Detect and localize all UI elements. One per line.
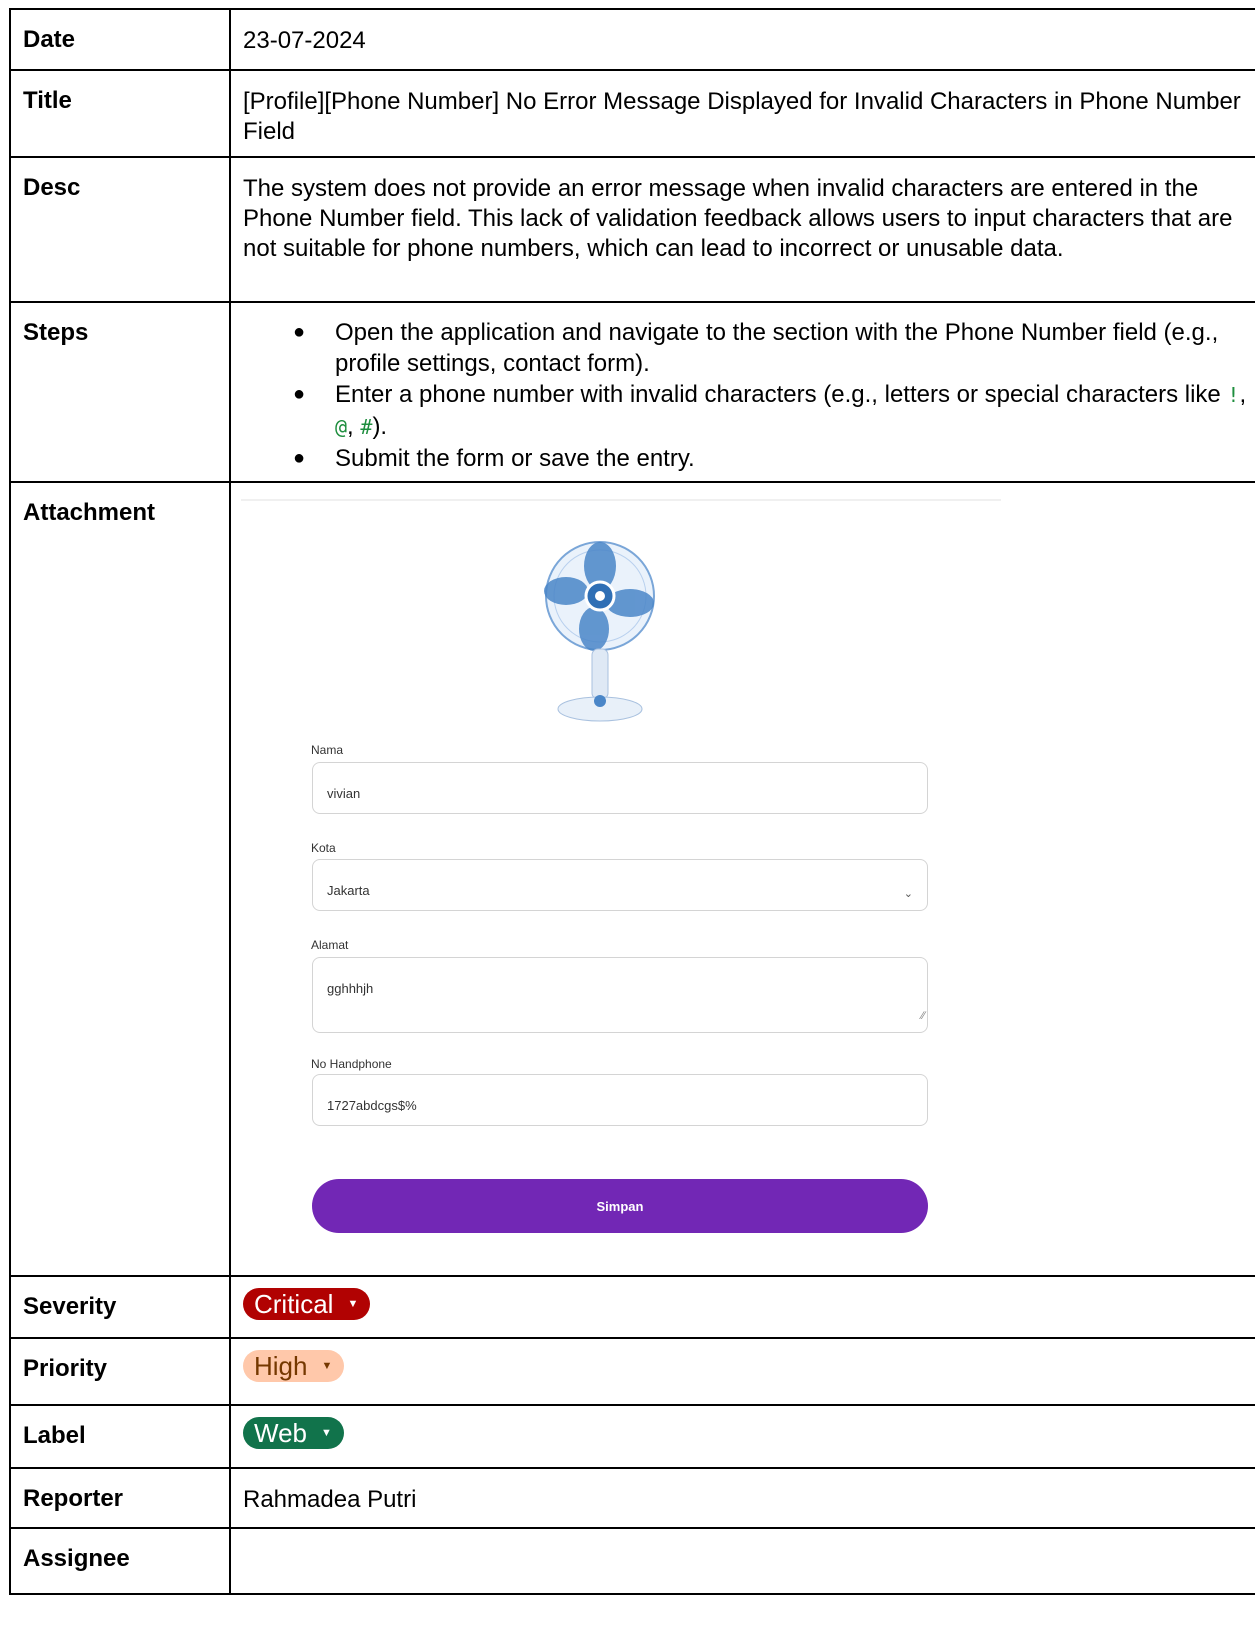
alamat-textarea[interactable]: gghhhjh ∕∕: [312, 957, 928, 1033]
bug-report-table: Date 23-07-2024 Title [Profile][Phone Nu…: [9, 8, 1255, 1595]
kota-select[interactable]: Jakarta ⌄: [312, 859, 928, 911]
priority-value: High ▼: [229, 1337, 1255, 1406]
nama-input[interactable]: vivian: [312, 762, 928, 814]
alamat-value: gghhhjh: [327, 981, 374, 996]
kota-value: Jakarta: [327, 883, 370, 898]
special-char: @: [335, 415, 348, 439]
special-char: #: [360, 415, 373, 439]
bullet-icon: ●: [293, 447, 306, 469]
row-attachment: Attachment Nama vivian Kota Jakarta ⌄ Al…: [9, 481, 1255, 1277]
nama-label: Nama: [311, 743, 344, 757]
step-item: ● Open the application and navigate to t…: [293, 317, 1255, 379]
severity-label: Critical: [254, 1289, 334, 1319]
chevron-down-icon: ⌄: [903, 888, 913, 900]
step-text: Enter a phone number with invalid charac…: [335, 381, 1228, 408]
reporter-value: Rahmadea Putri: [229, 1467, 1255, 1529]
row-priority: Priority High ▼: [9, 1337, 1255, 1406]
step-item: ● Enter a phone number with invalid char…: [293, 379, 1255, 443]
date-value: 23-07-2024: [229, 8, 1255, 71]
reporter-key: Reporter: [9, 1467, 231, 1529]
fan-image: [544, 541, 655, 722]
assignee-key: Assignee: [9, 1527, 231, 1595]
step-text: Submit the form or save the entry.: [335, 445, 695, 472]
label-label: Web: [254, 1418, 307, 1448]
row-steps: Steps ● Open the application and navigat…: [9, 301, 1255, 483]
label-value: Web ▼: [229, 1404, 1255, 1469]
severity-dropdown[interactable]: Critical ▼: [243, 1288, 371, 1320]
resize-handle-icon[interactable]: ∕∕: [921, 1001, 925, 1031]
row-label: Label Web ▼: [9, 1404, 1255, 1469]
step-tail: ).: [372, 413, 388, 440]
severity-key: Severity: [9, 1275, 231, 1339]
desc-value: The system does not provide an error mes…: [229, 156, 1255, 303]
steps-key: Steps: [9, 301, 231, 483]
bullet-icon: ●: [293, 321, 306, 343]
priority-dropdown[interactable]: High ▼: [243, 1350, 345, 1382]
row-desc: Desc The system does not provide an erro…: [9, 156, 1255, 303]
separator: ,: [1239, 381, 1247, 408]
bullet-icon: ●: [293, 383, 306, 405]
attachment-screenshot: Nama vivian Kota Jakarta ⌄ Alamat gghhhj…: [241, 499, 1001, 1249]
row-date: Date 23-07-2024: [9, 8, 1255, 71]
title-key: Title: [9, 69, 231, 158]
special-char: !: [1227, 383, 1240, 407]
row-title: Title [Profile][Phone Number] No Error M…: [9, 69, 1255, 158]
steps-value: ● Open the application and navigate to t…: [229, 301, 1255, 483]
divider: [241, 499, 1001, 501]
label-key: Label: [9, 1404, 231, 1469]
caret-down-icon: ▼: [321, 1360, 333, 1372]
row-severity: Severity Critical ▼: [9, 1275, 1255, 1339]
row-reporter: Reporter Rahmadea Putri: [9, 1467, 1255, 1529]
caret-down-icon: ▼: [347, 1298, 359, 1310]
severity-value: Critical ▼: [229, 1275, 1255, 1339]
attachment-key: Attachment: [9, 481, 231, 1277]
assignee-value: [229, 1527, 1255, 1595]
separator: ,: [347, 413, 361, 440]
title-value: [Profile][Phone Number] No Error Message…: [229, 69, 1255, 158]
attachment-value: Nama vivian Kota Jakarta ⌄ Alamat gghhhj…: [229, 481, 1255, 1277]
priority-key: Priority: [9, 1337, 231, 1406]
step-text: Open the application and navigate to the…: [335, 319, 1219, 377]
caret-down-icon: ▼: [321, 1427, 332, 1439]
row-assignee: Assignee: [9, 1527, 1255, 1595]
hp-input[interactable]: 1727abdcgs$%: [312, 1074, 928, 1126]
label-dropdown[interactable]: Web ▼: [243, 1417, 344, 1449]
alamat-label: Alamat: [311, 938, 349, 952]
steps-list: ● Open the application and navigate to t…: [243, 317, 1255, 474]
simpan-button[interactable]: Simpan: [312, 1179, 928, 1233]
priority-label: High: [254, 1351, 308, 1381]
step-item: ● Submit the form or save the entry.: [293, 443, 1255, 474]
date-key: Date: [9, 8, 231, 71]
desc-key: Desc: [9, 156, 231, 303]
